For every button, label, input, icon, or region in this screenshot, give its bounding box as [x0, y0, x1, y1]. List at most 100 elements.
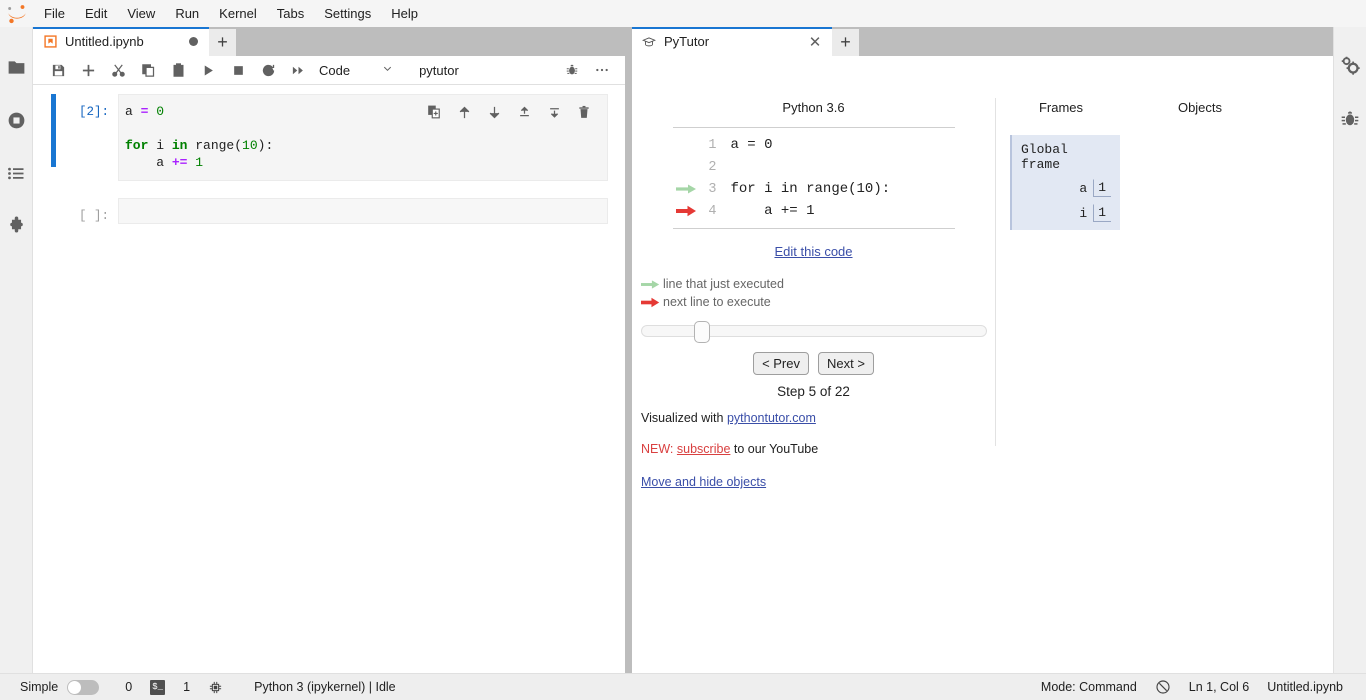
simple-mode-toggle[interactable]: [67, 679, 100, 695]
step-navigation: < Prev Next >: [632, 352, 995, 375]
legend-label: next line to execute: [663, 295, 771, 309]
terminal-icon[interactable]: $_: [141, 679, 174, 695]
prev-step-button[interactable]: < Prev: [753, 352, 809, 375]
slider-track[interactable]: [641, 325, 987, 337]
interrupt-kernel-button[interactable]: [223, 57, 253, 83]
cut-cell-button[interactable]: [103, 57, 133, 83]
cursor-position-label: Ln 1, Col 6: [1188, 680, 1250, 694]
menu-run[interactable]: Run: [165, 0, 209, 27]
duplicate-cell-icon[interactable]: [419, 100, 449, 124]
terminal-count[interactable]: 1: [174, 680, 199, 694]
insert-cell-below-icon[interactable]: [539, 100, 569, 124]
objects-header: Objects: [1177, 100, 1223, 115]
menu-settings[interactable]: Settings: [314, 0, 381, 27]
pytutor-legend: line that just executed next line to exe…: [632, 275, 995, 311]
notebook-mode-label: Mode: Command: [1040, 680, 1137, 694]
line-number: 1: [708, 137, 717, 153]
frames-header: Frames: [1038, 100, 1084, 115]
notebook-cell[interactable]: [ ]:: [33, 198, 625, 224]
cell-prompt: [2]:: [78, 105, 109, 119]
slider-handle[interactable]: [693, 321, 710, 343]
menu-kernel[interactable]: Kernel: [209, 0, 267, 27]
menu-tabs[interactable]: Tabs: [267, 0, 314, 27]
status-bar: Simple 0 $_ 1 Python 3 (ipykernel) | Idl…: [0, 673, 1366, 700]
pytutor-panel: PyTutor ✕ + Python 3.6 1 a = 0 2 3 for i…: [632, 27, 1333, 673]
cell-type-select[interactable]: Code: [319, 63, 393, 78]
menu-help[interactable]: Help: [381, 0, 428, 27]
new-launcher-button[interactable]: +: [209, 29, 236, 56]
step-slider[interactable]: [641, 321, 987, 343]
variable-value: 1: [1093, 204, 1111, 222]
copy-cell-button[interactable]: [133, 57, 163, 83]
debugger-icon[interactable]: [1334, 92, 1366, 145]
kernel-status-label[interactable]: Python 3 (ipykernel) | Idle: [232, 680, 405, 694]
kernel-session-count[interactable]: 0: [99, 680, 141, 694]
unsaved-changes-indicator[interactable]: [185, 34, 201, 50]
main-area: Untitled.ipynb + Code pytutor [2]: a = 0…: [33, 27, 1333, 673]
legend-row-just-executed: line that just executed: [641, 275, 995, 293]
save-button[interactable]: [43, 57, 73, 83]
property-inspector-icon[interactable]: [1334, 39, 1366, 92]
line-code: a = 0: [730, 137, 773, 153]
restart-run-all-button[interactable]: [283, 57, 313, 83]
variable-row: i 1: [1021, 204, 1111, 222]
jupyter-logo-icon: [0, 0, 34, 27]
notebook-cell[interactable]: [2]: a = 0 for i in range(10): a += 1: [33, 94, 625, 181]
current-filename-label: Untitled.ipynb: [1267, 680, 1343, 694]
notebook-scroll-edge: [622, 85, 625, 673]
restart-kernel-button[interactable]: [253, 57, 283, 83]
paste-cell-button[interactable]: [163, 57, 193, 83]
global-frame-title: Global frame: [1021, 142, 1068, 172]
code-line-row: 4 a += 1: [673, 200, 955, 222]
running-sessions-icon[interactable]: [0, 94, 33, 147]
cpu-icon[interactable]: [199, 680, 232, 695]
menu-file[interactable]: File: [34, 0, 75, 27]
new-announcement: NEW: subscribe to our YouTube: [632, 442, 995, 456]
line-number: 4: [708, 203, 717, 219]
close-icon[interactable]: ✕: [806, 33, 824, 51]
next-line-arrow-icon: [641, 297, 663, 308]
insert-cell-above-icon[interactable]: [509, 100, 539, 124]
cell-editor[interactable]: [118, 198, 608, 224]
pytutor-tabbar: PyTutor ✕ +: [632, 27, 1333, 56]
move-and-hide-objects-link[interactable]: Move and hide objects: [641, 475, 766, 489]
menu-view[interactable]: View: [117, 0, 165, 27]
chevron-down-icon: [382, 63, 393, 77]
notebook-cell-area: [2]: a = 0 for i in range(10): a += 1 […: [33, 85, 625, 673]
move-cell-down-icon[interactable]: [479, 100, 509, 124]
file-browser-icon[interactable]: [0, 41, 33, 94]
terminal-badge-label: $_: [150, 679, 166, 695]
pytutor-code-listing: 1 a = 0 2 3 for i in range(10): 4 a += 1: [672, 127, 955, 229]
tab-label: Untitled.ipynb: [65, 34, 144, 49]
state-column-headers: Frames Objects: [996, 100, 1333, 115]
run-cell-button[interactable]: [193, 57, 223, 83]
variable-value: 1: [1093, 179, 1111, 197]
just-executed-arrow-icon: [641, 279, 663, 290]
tab-untitled-ipynb[interactable]: Untitled.ipynb: [33, 27, 209, 56]
variable-name: a: [1079, 180, 1088, 196]
delete-cell-icon[interactable]: [569, 100, 599, 124]
line-code: for i in range(10):: [730, 181, 891, 197]
commands-icon[interactable]: [0, 147, 33, 200]
move-cell-up-icon[interactable]: [449, 100, 479, 124]
new-launcher-button[interactable]: +: [832, 29, 859, 56]
subscribe-link[interactable]: subscribe: [677, 442, 731, 456]
code-line: a += 1: [125, 155, 204, 170]
kernel-name-label[interactable]: pytutor: [419, 63, 459, 78]
next-step-button[interactable]: Next >: [818, 352, 874, 375]
debugger-toggle-button[interactable]: [557, 57, 587, 83]
extension-manager-icon[interactable]: [0, 200, 33, 253]
tab-pytutor[interactable]: PyTutor ✕: [632, 27, 832, 56]
code-line-row: 2: [673, 156, 955, 178]
menu-edit[interactable]: Edit: [75, 0, 117, 27]
insert-cell-button[interactable]: [73, 57, 103, 83]
code-line-row: 1 a = 0: [673, 134, 955, 156]
pythontutor-link[interactable]: pythontutor.com: [727, 411, 816, 425]
variable-row: a 1: [1021, 179, 1111, 197]
edit-this-code-link[interactable]: Edit this code: [774, 244, 852, 259]
toolbar-overflow-button[interactable]: [587, 57, 617, 83]
shield-off-icon[interactable]: [1146, 679, 1180, 695]
active-cell-indicator: [51, 94, 56, 167]
global-frame: Global frame a 1 i 1: [1010, 135, 1120, 230]
left-sidebar: [0, 27, 33, 673]
